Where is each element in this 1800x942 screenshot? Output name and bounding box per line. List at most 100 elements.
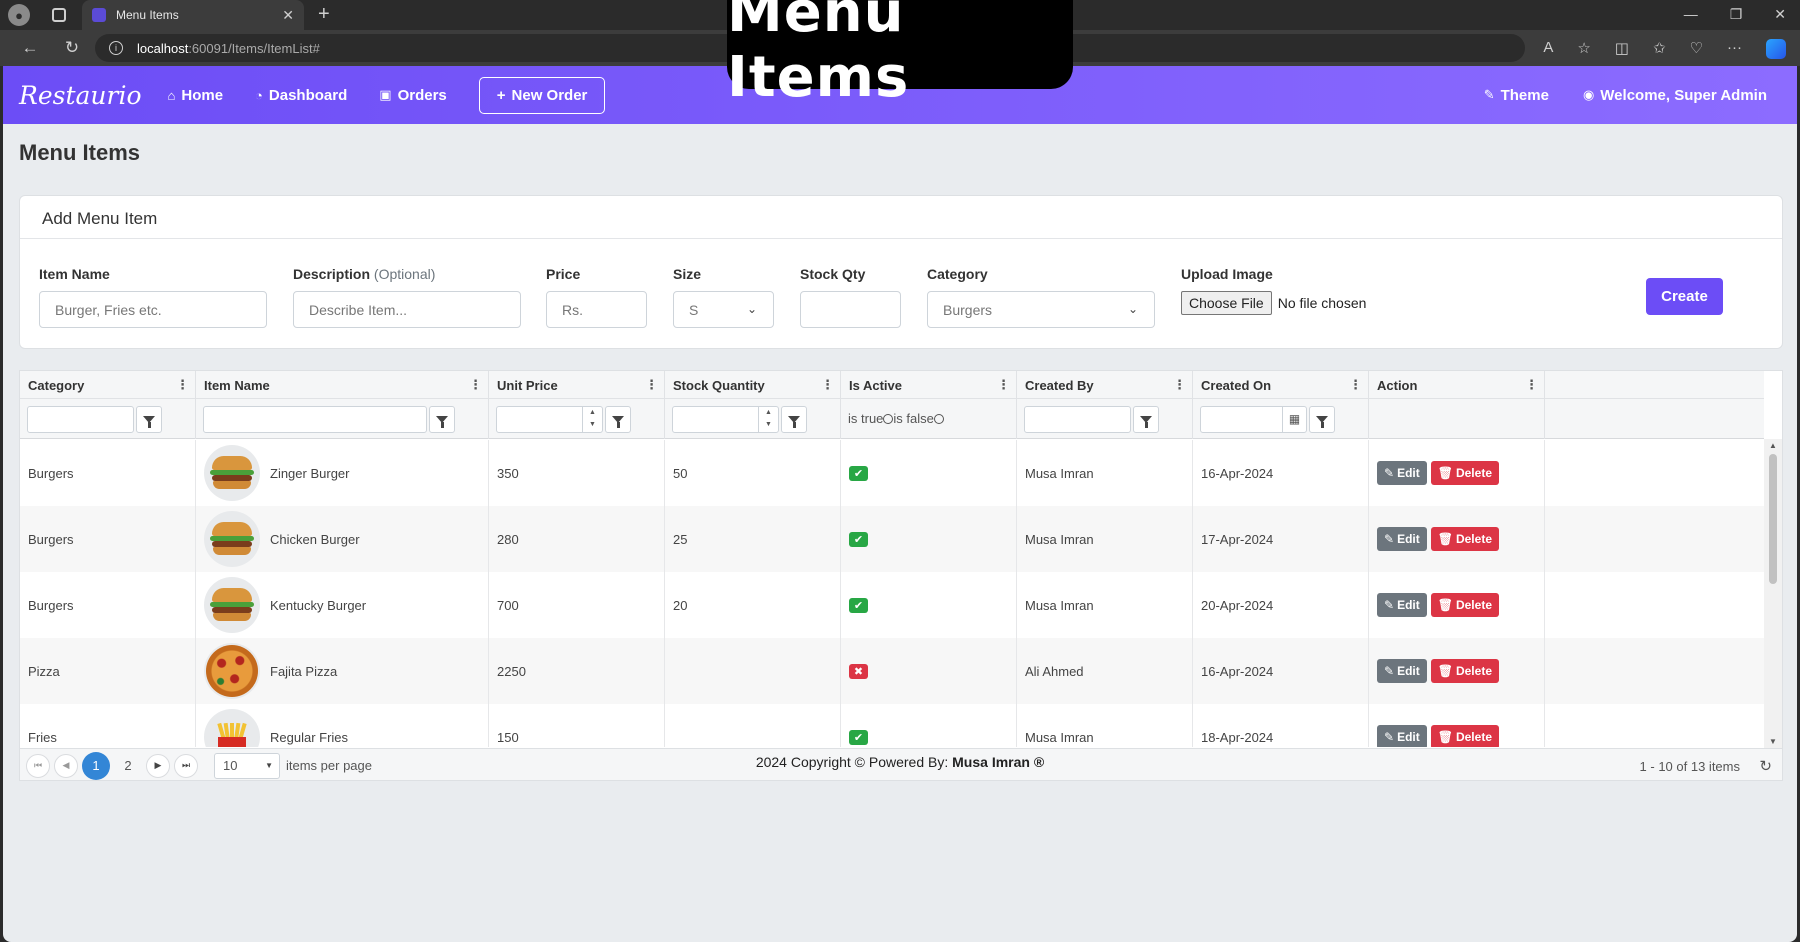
grid-scrollbar[interactable]: ▲ ▼ [1764, 439, 1782, 748]
delete-button[interactable]: 🗑 Delete [1430, 527, 1499, 551]
browser-tab[interactable]: Menu Items ✕ [82, 0, 304, 30]
paintbrush-icon: ✎ [1483, 87, 1495, 102]
filter-icon[interactable] [781, 406, 807, 433]
cell-item-name: Chicken Burger [196, 506, 489, 572]
choose-file-button[interactable]: Choose File [1181, 291, 1272, 315]
browser-essentials-icon[interactable]: ♡ [1690, 39, 1703, 59]
table-row[interactable]: Pizza Fajita Pizza 2250 ✖ Ali Ahmed 16-Apr-20… [20, 638, 1764, 704]
col-stock[interactable]: Stock Quantity ⋮ [665, 371, 841, 399]
favorites-icon[interactable]: ✩ [1653, 39, 1666, 59]
stock-input[interactable] [800, 291, 901, 328]
copilot-icon[interactable] [1766, 39, 1786, 59]
reload-icon[interactable]: ↻ [60, 38, 84, 58]
table-row[interactable]: Burgers Chicken Burger 280 25 ✔ Musa Imran 17-… [20, 506, 1764, 572]
edit-button[interactable]: ✎ Edit [1377, 593, 1427, 617]
column-menu-icon[interactable]: ⋮ [176, 377, 189, 393]
delete-button[interactable]: 🗑 Delete [1430, 725, 1499, 747]
add-item-card: Add Menu Item Item Name Burger, Fries et… [19, 195, 1783, 349]
upload-label: Upload Image [1181, 266, 1273, 282]
nav-dashboard[interactable]: ◔ Dashboard [255, 87, 347, 104]
delete-label: Delete [1455, 730, 1492, 744]
numeric-spinner-icon[interactable]: ▲ ▼ [758, 407, 778, 432]
delete-button[interactable]: 🗑 Delete [1430, 461, 1499, 485]
col-action[interactable]: Action ⋮ [1369, 371, 1545, 399]
filter-created-on-input[interactable]: ▦ [1200, 406, 1307, 433]
filter-icon[interactable] [605, 406, 631, 433]
filter-category-input[interactable] [27, 406, 134, 433]
delete-button[interactable]: 🗑 Delete [1430, 593, 1499, 617]
delete-button[interactable]: 🗑 Delete [1430, 659, 1499, 683]
is-active-radio-group: is true is false [848, 411, 944, 426]
nav-orders[interactable]: ▣ Orders [379, 87, 447, 104]
new-order-button[interactable]: + New Order [478, 76, 606, 114]
filter-item-name-input[interactable] [203, 406, 427, 433]
create-button[interactable]: Create [1646, 278, 1723, 315]
table-row[interactable]: Burgers Zinger Burger 350 50 ✔ Musa Imran 16-A… [20, 440, 1764, 506]
edit-button[interactable]: ✎ Edit [1377, 725, 1427, 747]
item-name-input[interactable]: Burger, Fries etc. [39, 291, 267, 328]
price-input[interactable]: Rs. [546, 291, 647, 328]
site-info-icon[interactable]: i [109, 41, 123, 55]
scroll-up-icon[interactable]: ▲ [1769, 441, 1777, 450]
minimize-icon[interactable]: — [1684, 6, 1698, 23]
split-screen-icon[interactable]: ◫ [1615, 39, 1629, 59]
filter-created-by-input[interactable] [1024, 406, 1131, 433]
restore-icon[interactable]: ❐ [1730, 6, 1743, 23]
close-window-icon[interactable]: ✕ [1774, 6, 1786, 23]
column-menu-icon[interactable]: ⋮ [821, 377, 834, 393]
is-true-radio[interactable] [883, 414, 894, 424]
edit-button[interactable]: ✎ Edit [1377, 461, 1427, 485]
back-icon[interactable]: ← [18, 38, 42, 58]
brand-logo[interactable]: Restaurio [19, 81, 142, 110]
footer-text: 2024 Copyright © Powered By: [755, 754, 949, 770]
col-category[interactable]: Category ⋮ [20, 371, 196, 399]
filter-icon[interactable] [429, 406, 455, 433]
scrollbar-thumb[interactable] [1769, 454, 1777, 584]
filter-icon[interactable] [136, 406, 162, 433]
filter-icon[interactable] [1309, 406, 1335, 433]
table-row[interactable]: Fries Regular Fries 150 ✔ Musa Imran 18-Apr-2… [20, 704, 1764, 747]
cell-item-name: Kentucky Burger [196, 572, 489, 638]
column-menu-icon[interactable]: ⋮ [997, 377, 1010, 393]
profile-icon[interactable]: ● [8, 4, 30, 26]
filter-unit-price-input[interactable]: ▲ ▼ [496, 406, 603, 433]
column-menu-icon[interactable]: ⋮ [1349, 377, 1362, 393]
edit-button[interactable]: ✎ Edit [1377, 527, 1427, 551]
is-false-radio[interactable] [933, 414, 944, 424]
size-select[interactable]: S ⌄ [673, 291, 774, 328]
user-menu[interactable]: ◉ Welcome, Super Admin [1583, 87, 1767, 104]
calendar-icon[interactable]: ▦ [1282, 407, 1306, 432]
item-thumbnail [204, 643, 260, 699]
filter-icon[interactable] [1133, 406, 1159, 433]
browser-window: ● Menu Items ✕ + — ❐ ✕ ← ↻ i localhost:6… [0, 0, 1800, 942]
table-row[interactable]: Burgers Kentucky Burger 700 20 ✔ Musa Imran 20… [20, 572, 1764, 638]
nav-home[interactable]: ⌂ Home [168, 87, 224, 104]
col-created-on[interactable]: Created On ⋮ [1193, 371, 1369, 399]
column-menu-icon[interactable]: ⋮ [469, 377, 482, 393]
more-icon[interactable]: ··· [1727, 39, 1742, 59]
favorite-star-icon[interactable]: ☆ [1577, 39, 1590, 59]
description-input[interactable]: Describe Item... [293, 291, 521, 328]
theme-button[interactable]: ✎ Theme [1484, 87, 1549, 104]
file-status: No file chosen [1277, 295, 1367, 311]
edit-button[interactable]: ✎ Edit [1377, 659, 1427, 683]
column-menu-icon[interactable]: ⋮ [1173, 377, 1186, 393]
numeric-spinner-icon[interactable]: ▲ ▼ [582, 407, 602, 432]
page-title: Menu Items [19, 140, 141, 165]
filter-stock-input[interactable]: ▲ ▼ [672, 406, 779, 433]
description-label-text: Description [293, 266, 371, 282]
col-is-active[interactable]: Is Active ⋮ [841, 371, 1017, 399]
workspaces-icon[interactable] [52, 8, 66, 22]
column-menu-icon[interactable]: ⋮ [1525, 377, 1538, 393]
col-item-name[interactable]: Item Name ⋮ [196, 371, 489, 399]
column-menu-icon[interactable]: ⋮ [645, 377, 658, 393]
cell-category: Burgers [20, 440, 196, 506]
scroll-down-icon[interactable]: ▼ [1769, 737, 1777, 746]
read-aloud-icon[interactable]: A [1543, 39, 1553, 59]
new-tab-icon[interactable]: + [318, 3, 330, 26]
edit-label: Edit [1397, 598, 1420, 612]
close-tab-icon[interactable]: ✕ [282, 7, 294, 24]
col-created-by[interactable]: Created By ⋮ [1017, 371, 1193, 399]
category-select[interactable]: Burgers ⌄ [927, 291, 1155, 328]
col-unit-price[interactable]: Unit Price ⋮ [489, 371, 665, 399]
